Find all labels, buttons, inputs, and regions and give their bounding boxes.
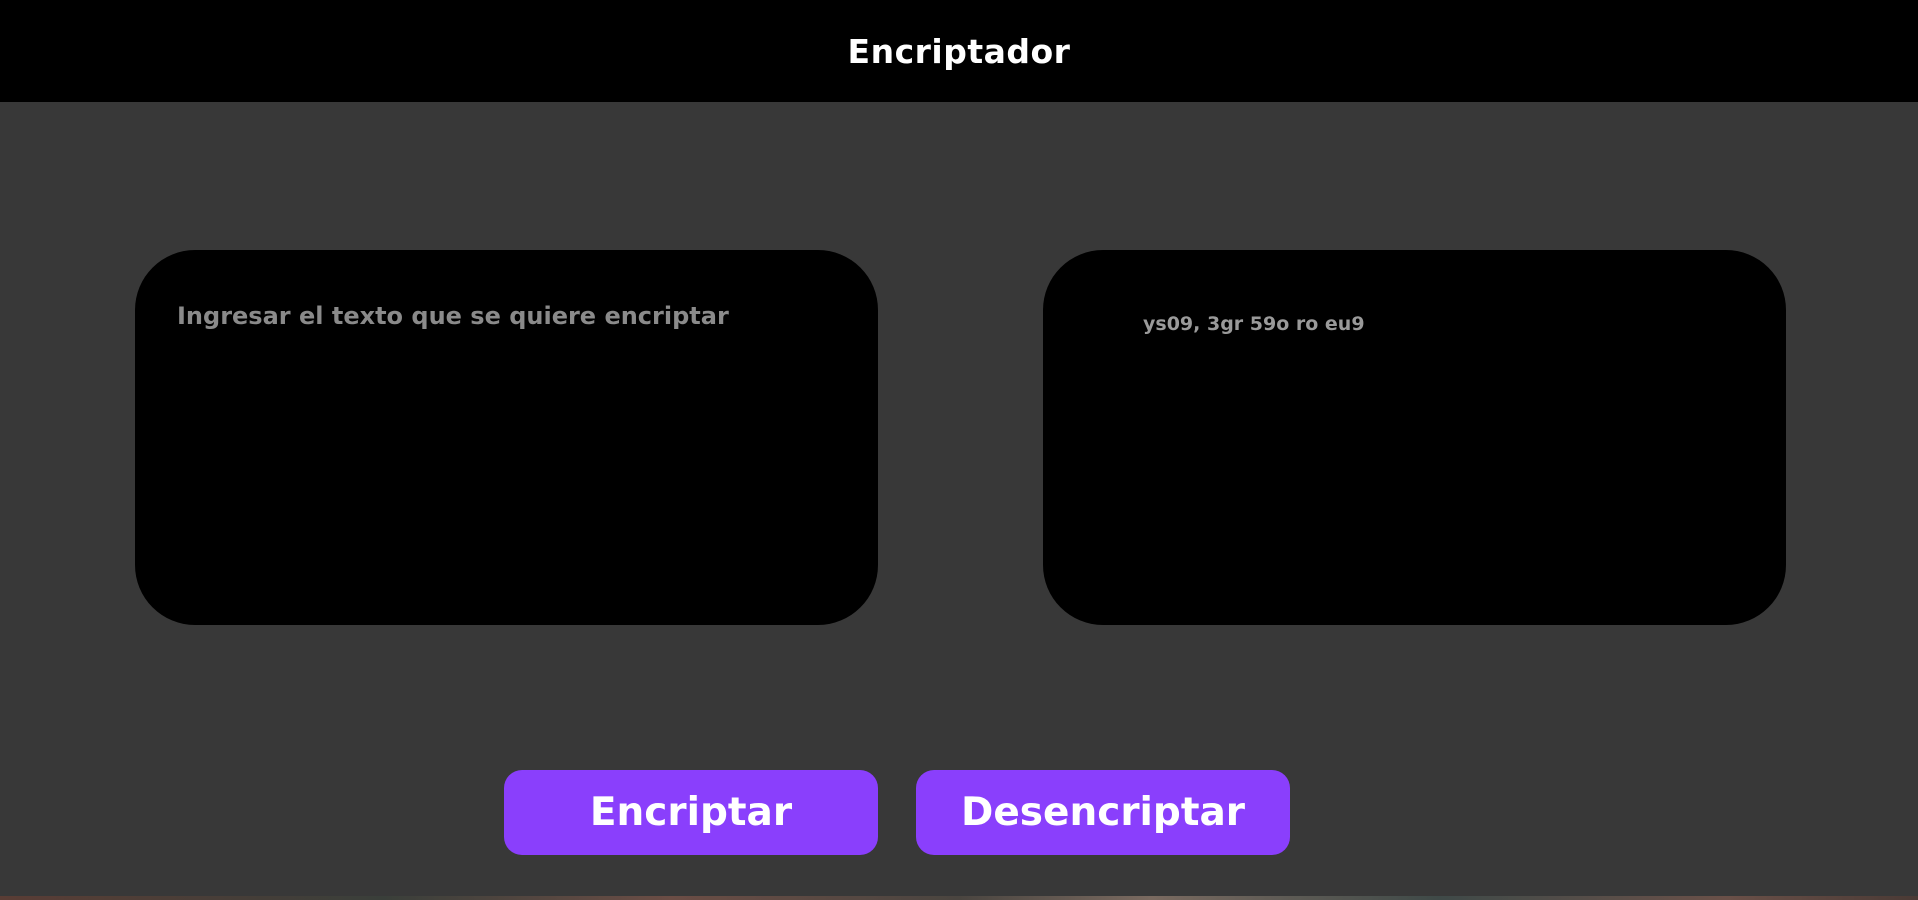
output-panel: ys09, 3gr 59o ro eu9	[1043, 250, 1786, 625]
input-panel	[135, 250, 878, 625]
background-image-strip	[0, 896, 1918, 900]
top-bar: Encriptador	[0, 0, 1918, 102]
decrypt-button[interactable]: Desencriptar	[916, 770, 1290, 855]
encrypt-button[interactable]: Encriptar	[504, 770, 878, 855]
output-text: ys09, 3gr 59o ro eu9	[1143, 313, 1365, 335]
app-title: Encriptador	[847, 31, 1071, 71]
input-textarea[interactable]	[177, 302, 817, 592]
